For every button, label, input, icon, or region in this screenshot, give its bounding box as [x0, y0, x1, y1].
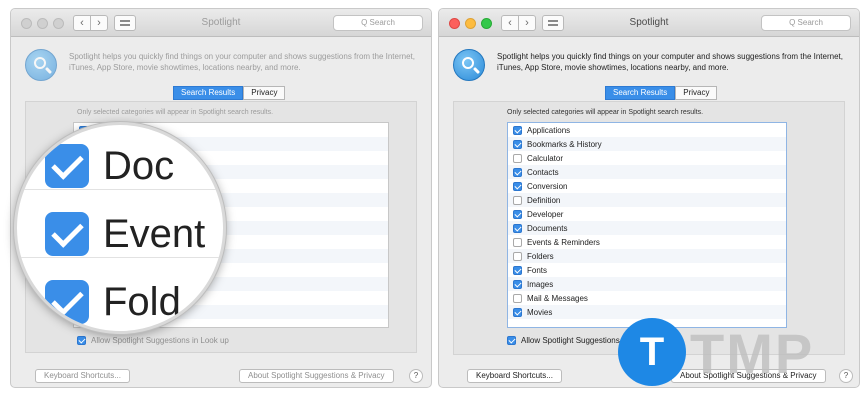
list-item[interactable]: Conversion	[508, 179, 786, 193]
list-item[interactable]: Calculator	[508, 151, 786, 165]
title-bar: ‹ › Spotlight Q Search	[11, 9, 431, 37]
allow-suggestions-option[interactable]: Allow Spotlight Suggestions in Look up	[77, 336, 229, 345]
about-suggestions-button[interactable]: About Spotlight Suggestions & Privacy	[239, 369, 394, 383]
allow-label: Allow Spotlight Suggestions in Look up	[91, 336, 229, 345]
help-button[interactable]: ?	[839, 369, 853, 383]
checkbox[interactable]	[513, 223, 522, 233]
checkbox[interactable]	[513, 181, 522, 191]
checkbox[interactable]	[513, 251, 522, 261]
checkbox[interactable]	[513, 237, 522, 247]
category-label: Events & Reminders	[527, 237, 600, 247]
list-item[interactable]: Applications	[508, 123, 786, 137]
intro-text: Spotlight helps you quickly find things …	[497, 52, 843, 72]
search-field[interactable]: Q Search	[761, 15, 851, 31]
category-label: Images	[527, 279, 554, 289]
checkbox[interactable]	[513, 125, 522, 135]
category-label: Mail & Messages	[527, 293, 588, 303]
list-item[interactable]: Folders	[508, 249, 786, 263]
watermark-text: TMP	[690, 322, 815, 385]
zoomed-item-documents: Doc	[45, 139, 174, 193]
checkbox[interactable]	[513, 265, 522, 275]
keyboard-shortcuts-button[interactable]: Keyboard Shortcuts...	[467, 369, 562, 383]
checkbox[interactable]	[513, 139, 522, 149]
zoomed-item-folders: Fold	[45, 275, 181, 329]
category-label: Conversion	[527, 181, 568, 191]
zoomed-label: Fold	[103, 279, 181, 324]
keyboard-shortcuts-button[interactable]: Keyboard Shortcuts...	[35, 369, 130, 383]
tab-search-results[interactable]: Search Results	[173, 86, 244, 100]
checkbox-checked-icon	[45, 212, 89, 256]
checkbox[interactable]	[513, 195, 522, 205]
checkbox[interactable]	[513, 167, 522, 177]
list-item[interactable]: Contacts	[508, 165, 786, 179]
category-label: Contacts	[527, 167, 559, 177]
allow-checkbox[interactable]	[77, 336, 86, 345]
intro-text: Spotlight helps you quickly find things …	[69, 52, 415, 72]
list-item[interactable]: Developer	[508, 207, 786, 221]
watermark-logo-letter: T	[639, 330, 665, 374]
checkbox[interactable]	[513, 209, 522, 219]
zoomed-label: Doc	[103, 143, 175, 188]
allow-checkbox[interactable]	[507, 336, 516, 345]
hint-text: Only selected categories will appear in …	[77, 109, 274, 116]
checkbox[interactable]	[513, 279, 522, 289]
category-label: Bookmarks & History	[527, 139, 602, 149]
list-item[interactable]: Mail & Messages	[508, 291, 786, 305]
list-item[interactable]: Bookmarks & History	[508, 137, 786, 151]
category-list: Applications Bookmarks & History Calculato…	[507, 122, 787, 328]
category-label: Movies	[527, 307, 553, 317]
search-field[interactable]: Q Search	[333, 15, 423, 31]
checkbox[interactable]	[513, 307, 522, 317]
hint-text: Only selected categories will appear in …	[507, 109, 704, 116]
tab-privacy[interactable]: Privacy	[675, 86, 718, 100]
list-item[interactable]: Images	[508, 277, 786, 291]
zoomed-item-events: Event	[45, 207, 205, 261]
checkbox[interactable]	[513, 153, 522, 163]
category-label: Applications	[527, 125, 571, 135]
list-item[interactable]: Documents	[508, 221, 786, 235]
tab-search-results[interactable]: Search Results	[605, 86, 676, 100]
category-label: Fonts	[527, 265, 548, 275]
tab-privacy[interactable]: Privacy	[243, 86, 286, 100]
title-bar: ‹ › Spotlight Q Search	[439, 9, 859, 37]
category-label: Documents	[527, 223, 568, 233]
magnifier-zoom: Doc Event Fold	[14, 122, 226, 334]
category-label: Calculator	[527, 153, 564, 163]
tab-bar: Search Results Privacy	[173, 86, 286, 100]
checkbox-checked-icon	[45, 280, 89, 324]
checkbox[interactable]	[513, 293, 522, 303]
list-item[interactable]: Movies	[508, 305, 786, 319]
list-item[interactable]: Events & Reminders	[508, 235, 786, 249]
category-label: Folders	[527, 251, 554, 261]
watermark-logo: T	[618, 318, 686, 386]
category-label: Definition	[527, 195, 561, 205]
tab-bar: Search Results Privacy	[605, 86, 718, 100]
zoomed-label: Event	[103, 211, 206, 256]
list-item[interactable]: Fonts	[508, 263, 786, 277]
category-label: Developer	[527, 209, 564, 219]
list-item[interactable]: Definition	[508, 193, 786, 207]
help-button[interactable]: ?	[409, 369, 423, 383]
spotlight-icon	[25, 49, 57, 81]
spotlight-icon	[453, 49, 485, 81]
checkbox-checked-icon	[45, 144, 89, 188]
